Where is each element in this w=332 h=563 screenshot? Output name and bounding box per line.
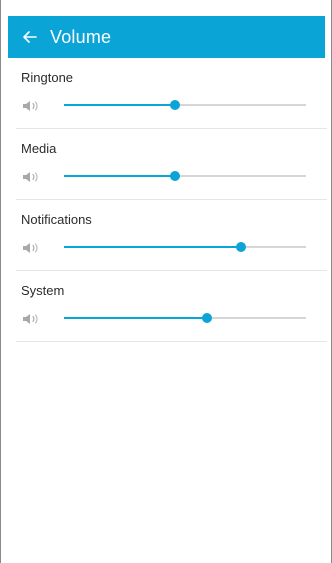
slider-thumb[interactable]: [201, 313, 212, 323]
system-volume-slider[interactable]: [64, 313, 306, 323]
page-title: Volume: [50, 26, 112, 47]
speaker-icon: [23, 243, 38, 253]
volume-label: Notifications: [21, 212, 92, 227]
volume-item-system: System: [16, 271, 327, 342]
notifications-volume-slider[interactable]: [64, 242, 306, 252]
app-frame: Volume Ringtone Media Notifications Syst…: [0, 0, 332, 563]
back-button[interactable]: [18, 25, 42, 49]
volume-item-notifications: Notifications: [16, 200, 327, 271]
media-volume-slider[interactable]: [64, 171, 306, 181]
slider-thumb[interactable]: [170, 100, 181, 110]
speaker-icon: [23, 314, 38, 324]
slider-fill: [64, 175, 176, 177]
volume-label: Media: [21, 141, 57, 156]
arrow-left-icon: [23, 31, 37, 43]
volume-item-media: Media: [16, 129, 327, 200]
app-bar: Volume: [8, 16, 325, 58]
slider-fill: [64, 104, 176, 106]
volume-list: Ringtone Media Notifications System: [16, 58, 327, 342]
slider-thumb[interactable]: [170, 171, 181, 181]
speaker-icon: [23, 101, 38, 111]
volume-label: System: [21, 283, 65, 298]
speaker-icon: [23, 172, 38, 182]
volume-label: Ringtone: [21, 70, 74, 85]
slider-fill: [64, 317, 207, 319]
slider-fill: [64, 246, 241, 248]
slider-thumb[interactable]: [235, 242, 246, 252]
volume-item-ringtone: Ringtone: [16, 58, 327, 129]
ringtone-volume-slider[interactable]: [64, 100, 306, 110]
